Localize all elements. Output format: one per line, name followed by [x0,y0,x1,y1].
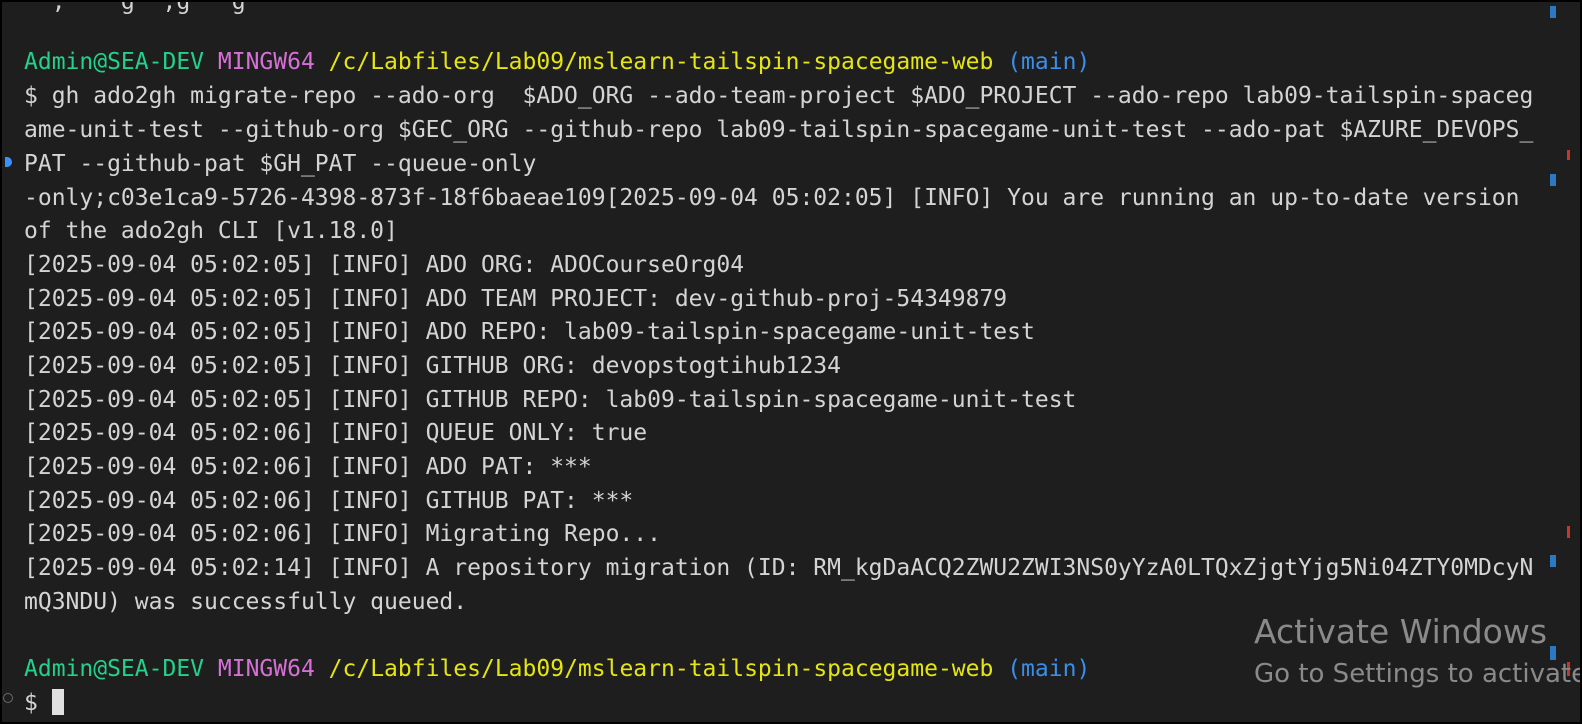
prompt-system: MINGW64 [217,656,315,682]
scrolled-output-line: , g ,g g [24,0,246,15]
prompt-system: MINGW64 [217,49,315,75]
output-line: [2025-09-04 05:02:05] [INFO] GITHUB REPO… [24,387,1077,413]
prompt-line: Admin@SEA-DEV MINGW64 /c/Labfiles/Lab09/… [24,45,1090,79]
prompt-path: /c/Labfiles/Lab09/mslearn-tailspin-space… [328,656,994,682]
output-line: of the ado2gh CLI [v1.18.0] [24,218,398,244]
command-line: ame-unit-test --github-org $GEC_ORG --gi… [24,117,1534,143]
input-prompt-symbol: $ [24,690,38,716]
prompt-user: Admin@SEA-DEV [24,656,205,682]
output-line: mQ3NDU) was successfully queued. [24,589,468,615]
activate-windows-subtitle: Go to Settings to activate [1254,659,1582,689]
output-line: [2025-09-04 05:02:05] [INFO] GITHUB ORG:… [24,353,841,379]
scrollbar-error-marker[interactable] [1567,150,1570,160]
activate-windows-title: Activate Windows [1254,612,1548,651]
scrollbar-error-marker[interactable] [1567,526,1570,538]
output-line: [2025-09-04 05:02:14] [INFO] A repositor… [24,555,1534,581]
output-line: [2025-09-04 05:02:05] [INFO] ADO REPO: l… [24,319,1035,345]
scrollbar-marker[interactable] [1550,646,1556,660]
output-line: [2025-09-04 05:02:06] [INFO] GITHUB PAT:… [24,488,634,514]
command-line: $ gh ado2gh migrate-repo --ado-org $ADO_… [24,83,1534,109]
output-line: -only;c03e1ca9-5726-4398-873f-18f6baeae1… [24,185,1520,211]
output-line: [2025-09-04 05:02:06] [INFO] Migrating R… [24,521,661,547]
scrollbar-marker[interactable] [1550,6,1556,18]
terminal-pane[interactable]: , g ,g g Admin@SEA-DEV MINGW64 /c/Labfil… [0,0,1582,724]
prompt-line: Admin@SEA-DEV MINGW64 /c/Labfiles/Lab09/… [24,652,1090,686]
command-decoration-icon[interactable] [5,157,12,167]
text-cursor[interactable] [51,689,64,715]
prompt-user: Admin@SEA-DEV [24,49,205,75]
prompt-branch: (main) [1007,49,1091,75]
output-line: [2025-09-04 05:02:06] [INFO] ADO PAT: **… [24,454,592,480]
output-line: [2025-09-04 05:02:06] [INFO] QUEUE ONLY:… [24,420,648,446]
input-line[interactable]: $ [24,686,64,720]
output-line: [2025-09-04 05:02:05] [INFO] ADO TEAM PR… [24,286,1008,312]
prompt-path: /c/Labfiles/Lab09/mslearn-tailspin-space… [328,49,994,75]
command-line: PAT --github-pat $GH_PAT --queue-only [24,151,537,177]
command-decoration-empty-icon[interactable] [3,693,13,703]
prompt-branch: (main) [1007,656,1091,682]
scrollbar-marker[interactable] [1550,555,1556,567]
scrollbar-marker[interactable] [1550,174,1556,186]
output-line: [2025-09-04 05:02:05] [INFO] ADO ORG: AD… [24,252,745,278]
